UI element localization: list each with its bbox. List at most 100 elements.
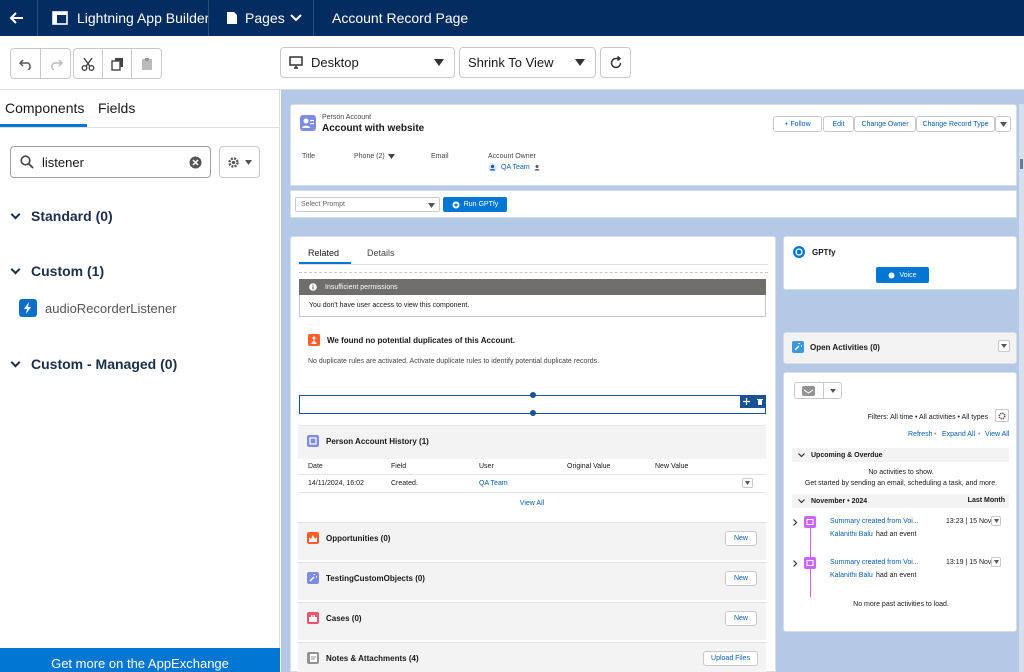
follow-button[interactable]: + Follow	[773, 116, 822, 132]
upcoming-section-header[interactable]: Upcoming & Overdue	[792, 448, 1009, 462]
tab-details[interactable]: Details	[367, 248, 395, 258]
history-related-list: Person Account History (1) Date Field Us…	[298, 425, 766, 522]
history-icon	[307, 435, 319, 447]
pages-menu[interactable]: Pages	[226, 0, 302, 36]
section-custom-managed[interactable]: Custom - Managed (0)	[10, 356, 177, 372]
resize-handle[interactable]	[530, 410, 536, 416]
canvas-scrollbar[interactable]	[1019, 104, 1024, 672]
case-icon	[307, 612, 319, 624]
search-input[interactable]: listener	[10, 146, 211, 178]
section-custom[interactable]: Custom (1)	[10, 263, 104, 279]
section-standard[interactable]: Standard (0)	[10, 208, 113, 224]
toolbar: Desktop Shrink To View	[0, 36, 1024, 90]
appexchange-link[interactable]: Get more on the AppExchange	[0, 648, 280, 672]
component-audio-recorder-listener[interactable]: audioRecorderListener	[19, 299, 177, 317]
record-name: Account with website	[322, 123, 425, 134]
cut-button[interactable]	[73, 48, 103, 79]
delete-icon[interactable]	[756, 398, 763, 405]
insufficient-permissions-header: Insufficient permissions	[299, 279, 766, 295]
field-phone-label[interactable]: Phone (2)	[354, 153, 395, 160]
chevron-down-icon	[993, 519, 999, 523]
scissors-icon	[81, 57, 95, 71]
chevron-down-icon	[10, 209, 21, 219]
layout-icon	[52, 11, 68, 25]
move-icon[interactable]	[743, 398, 751, 405]
chevron-down-icon	[289, 14, 302, 22]
resize-handle[interactable]	[530, 392, 536, 398]
selected-component[interactable]	[299, 392, 766, 416]
timeline-event[interactable]: Summary created from Voi... 13:19 | 15 N…	[784, 556, 1018, 586]
notes-attachments-related-list: Notes & Attachments (4) Upload Files	[298, 642, 766, 672]
tab-components[interactable]: Components	[5, 100, 84, 116]
gear-icon	[228, 156, 239, 168]
edit-button[interactable]: Edit	[823, 116, 854, 132]
history-title: Person Account History (1)	[326, 437, 429, 446]
info-icon	[309, 283, 317, 291]
clear-icon[interactable]	[189, 156, 202, 169]
owner-value[interactable]: QA Team	[488, 163, 541, 172]
no-activities-text: No activities to show.	[868, 469, 934, 476]
settings-menu-button[interactable]	[219, 146, 260, 178]
change-owner-icon[interactable]	[534, 164, 541, 171]
voice-button[interactable]: Voice	[876, 267, 929, 283]
prompt-select[interactable]: Select Prompt	[295, 197, 440, 212]
record-highlights[interactable]: Person Account Account with website + Fo…	[290, 104, 1017, 186]
row-actions-button[interactable]	[742, 478, 753, 488]
gptfy-logo-icon	[793, 246, 805, 258]
scrollbar-thumb[interactable]	[1020, 159, 1023, 169]
tab-related[interactable]: Related	[308, 248, 339, 258]
more-actions-button[interactable]	[995, 116, 1011, 132]
change-record-type-button[interactable]: Change Record Type	[916, 116, 995, 132]
month-section-header[interactable]: November • 2024 Last Month	[792, 494, 1009, 508]
copy-button[interactable]	[102, 48, 132, 79]
back-button[interactable]	[8, 0, 28, 36]
page-icon	[227, 12, 237, 24]
note-icon	[307, 652, 319, 664]
change-owner-button[interactable]: Change Owner	[854, 116, 916, 132]
redo-button[interactable]	[40, 48, 71, 79]
gptfy-card[interactable]: GPTfy Voice	[783, 236, 1017, 290]
chevron-down-icon	[999, 121, 1007, 127]
lightning-icon	[19, 299, 37, 317]
new-button[interactable]: New	[725, 611, 757, 626]
filter-settings-button[interactable]	[995, 409, 1009, 422]
email-action-button[interactable]	[794, 382, 842, 399]
open-activities-menu[interactable]	[998, 340, 1010, 352]
component-actions[interactable]	[740, 395, 766, 408]
new-button[interactable]: New	[725, 531, 757, 546]
chevron-down-icon	[428, 203, 435, 208]
chevron-right-icon[interactable]	[793, 519, 798, 526]
upload-files-button[interactable]: Upload Files	[703, 651, 758, 666]
paste-button[interactable]	[131, 48, 162, 79]
column-header[interactable]: Original Value	[567, 463, 610, 470]
chevron-down-icon	[745, 481, 750, 485]
new-button[interactable]: New	[725, 571, 757, 586]
gptfy-icon	[888, 272, 895, 278]
run-gptfy-button[interactable]: Run GPTfy	[443, 197, 507, 212]
gptfy-title: GPTfy	[812, 248, 836, 257]
undo-button[interactable]	[10, 48, 41, 79]
refresh-button[interactable]	[600, 47, 631, 78]
view-all-link[interactable]: View All	[298, 500, 766, 507]
person-account-icon	[300, 115, 316, 131]
tab-fields[interactable]: Fields	[98, 100, 135, 116]
timeline-event[interactable]: Summary created from Voi... 13:23 | 15 N…	[784, 515, 1018, 545]
wrench-icon	[307, 572, 319, 584]
chevron-right-icon[interactable]	[793, 560, 798, 567]
event-menu-button[interactable]	[991, 557, 1001, 567]
view-all-link[interactable]: View All	[985, 431, 1009, 438]
view-select[interactable]: Shrink To View	[459, 47, 596, 78]
column-header[interactable]: Date	[308, 463, 323, 470]
device-select-value: Desktop	[311, 55, 359, 70]
column-header[interactable]: User	[479, 463, 494, 470]
expand-all-link[interactable]: Expand All	[942, 431, 975, 438]
column-header[interactable]: New Value	[655, 463, 688, 470]
chevron-down-icon	[387, 154, 395, 159]
event-menu-button[interactable]	[991, 516, 1001, 526]
device-select[interactable]: Desktop	[280, 47, 455, 78]
chevron-down-icon	[798, 452, 805, 457]
open-activities-card[interactable]: Open Activities (0)	[783, 332, 1017, 364]
copy-icon	[110, 57, 123, 71]
column-header[interactable]: Field	[391, 463, 406, 470]
refresh-link[interactable]: Refresh	[908, 431, 933, 438]
